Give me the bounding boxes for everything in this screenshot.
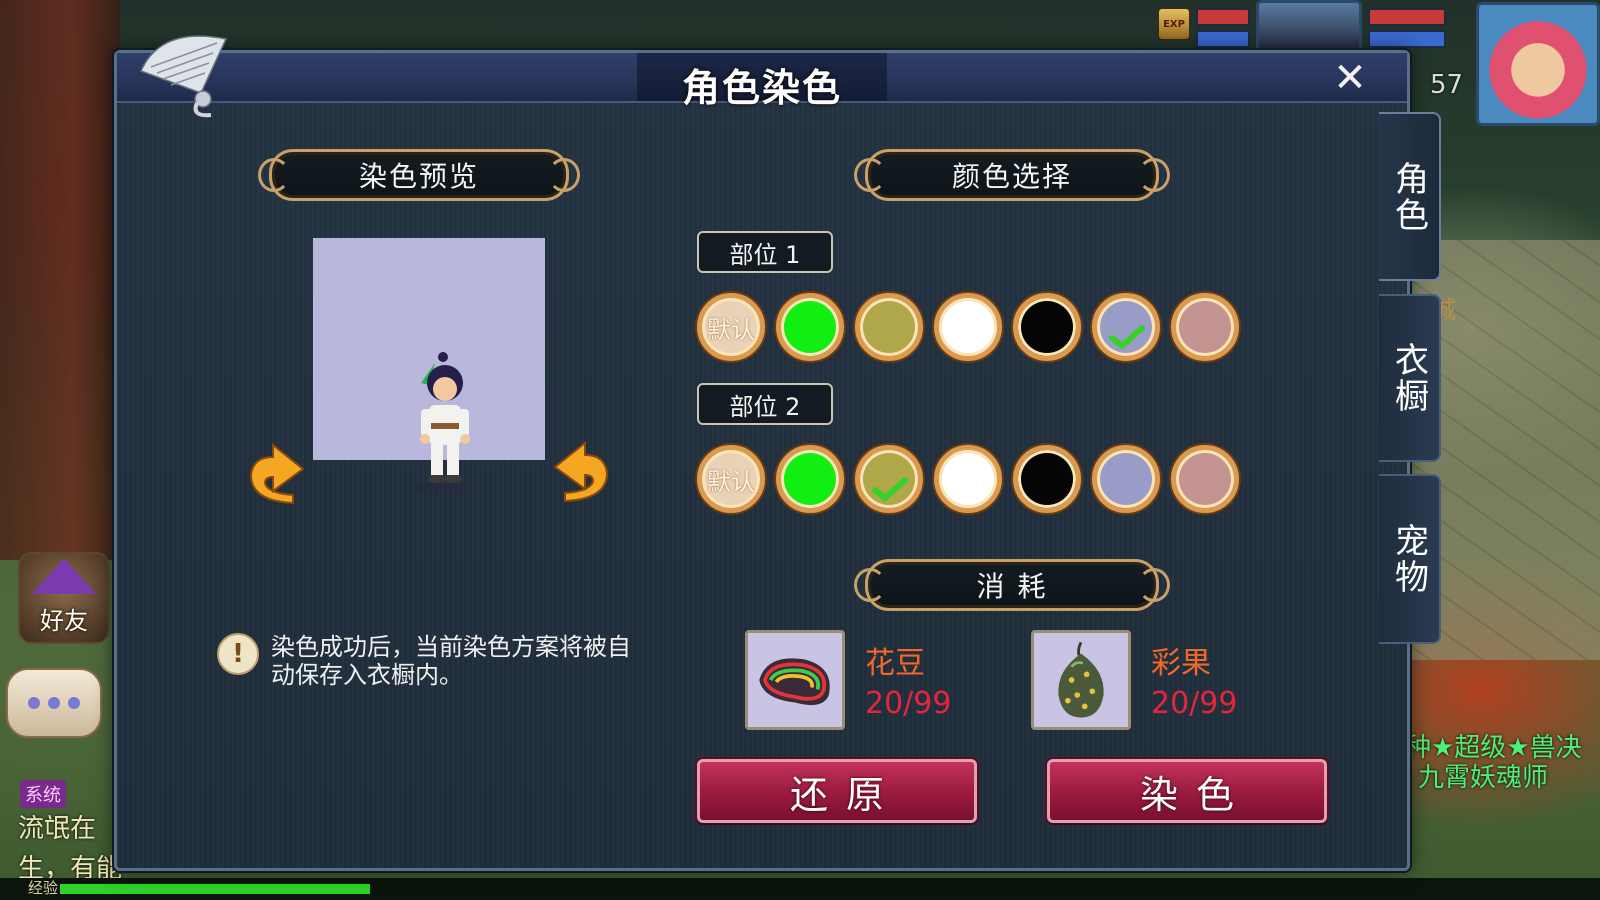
close-button[interactable]: ✕ [1329,57,1371,99]
chat-line: 流氓在 [18,814,97,844]
rotate-right-arrow-icon[interactable] [549,441,615,511]
color-swatch[interactable] [1092,293,1160,361]
part-1-label: 部位 1 [697,231,833,273]
tab-character[interactable]: 角色 [1379,112,1441,281]
fan-icon [139,35,228,118]
color-swatch[interactable] [855,293,923,361]
title-bar: 角色染色 ✕ [117,53,1407,110]
notice-text: 染色成功后，当前染色方案将被自动保存入衣橱内。 [271,633,631,689]
color-swatch[interactable] [1092,445,1160,513]
friend-label: 好友 [40,607,88,635]
chat-dot-icon [28,697,40,709]
cost-item-count: 20/99 [865,686,952,721]
swatch-default-label: 默认 [707,467,755,496]
color-swatch[interactable] [776,293,844,361]
hat-icon [32,558,96,594]
color-swatch[interactable] [1013,445,1081,513]
dye-button[interactable]: 染色 [1047,759,1327,823]
title-plate: 角色染色 [637,53,887,110]
mp-bar [1368,30,1446,48]
rotate-left-arrow-icon[interactable] [243,443,309,513]
part-2-swatches: 默认 [697,445,1239,513]
hp-bar [1368,8,1446,26]
friend-button[interactable]: 好友 [18,552,110,644]
cost-item-count: 20/99 [1151,686,1238,721]
hp-bar [1196,8,1250,26]
cost-header-label: 消 耗 [976,570,1048,603]
color-swatch[interactable] [1171,445,1239,513]
exclamation-icon: ! [217,633,259,675]
level-value: 57 [1430,70,1464,100]
panel-title: 角色染色 [681,66,842,110]
checkmark-icon [1109,325,1145,350]
npc-name: 九霄妖魂师 [1418,763,1549,793]
color-swatch[interactable] [934,293,1002,361]
tab-character-label: 角色 [1388,160,1429,233]
color-swatch[interactable] [776,445,844,513]
red-wall [0,0,120,560]
color-swatch[interactable] [1171,293,1239,361]
preview-header: 染色预览 [258,149,580,201]
exp-bar-fill [60,884,370,894]
swatch-default-label: 默认 [707,315,755,344]
chat-button[interactable] [6,668,102,738]
mp-bar [1196,30,1250,48]
color-swatch[interactable]: 默认 [697,293,765,361]
tab-pet-label: 宠物 [1388,523,1429,595]
preview-header-label: 染色预览 [358,160,479,193]
color-swatch[interactable] [1013,293,1081,361]
part-1-swatches: 默认 [697,293,1239,361]
cost-item-name: 彩果 [1151,646,1211,681]
player-portrait[interactable] [1476,2,1600,126]
color-swatch[interactable] [934,445,1002,513]
character-model[interactable] [399,349,489,499]
restore-button[interactable]: 还原 [697,759,977,823]
checkmark-icon [872,477,908,502]
color-select-header-label: 颜色选择 [951,160,1072,193]
fruit-icon[interactable] [1031,630,1131,730]
restore-button-label: 还原 [789,772,902,817]
bean-icon[interactable] [745,630,845,730]
tab-pet[interactable]: 宠物 [1379,474,1441,644]
exp-bar: 经验 [0,878,1600,900]
system-badge: 系统 [20,780,66,808]
dye-panel: 角色染色 ✕ 染色预览 ! 染色成功后，当前染色方案将被自动保存入衣橱内。 颜色… [114,35,1410,871]
exp-badge[interactable]: EXP [1158,8,1190,40]
tab-wardrobe-label: 衣橱 [1388,342,1429,414]
chat-dot-icon [48,697,60,709]
color-swatch[interactable]: 默认 [697,445,765,513]
exp-label: 经验 [28,879,59,897]
tab-wardrobe[interactable]: 衣橱 [1379,294,1441,462]
cost-item-name: 花豆 [865,646,925,681]
color-swatch[interactable] [855,445,923,513]
chat-dot-icon [68,697,80,709]
cost-header: 消 耗 [854,559,1170,611]
color-select-header: 颜色选择 [854,149,1170,201]
notice: ! 染色成功后，当前染色方案将被自动保存入衣橱内。 [217,633,631,689]
dye-button-label: 染色 [1139,772,1252,817]
part-2-label: 部位 2 [697,383,833,425]
